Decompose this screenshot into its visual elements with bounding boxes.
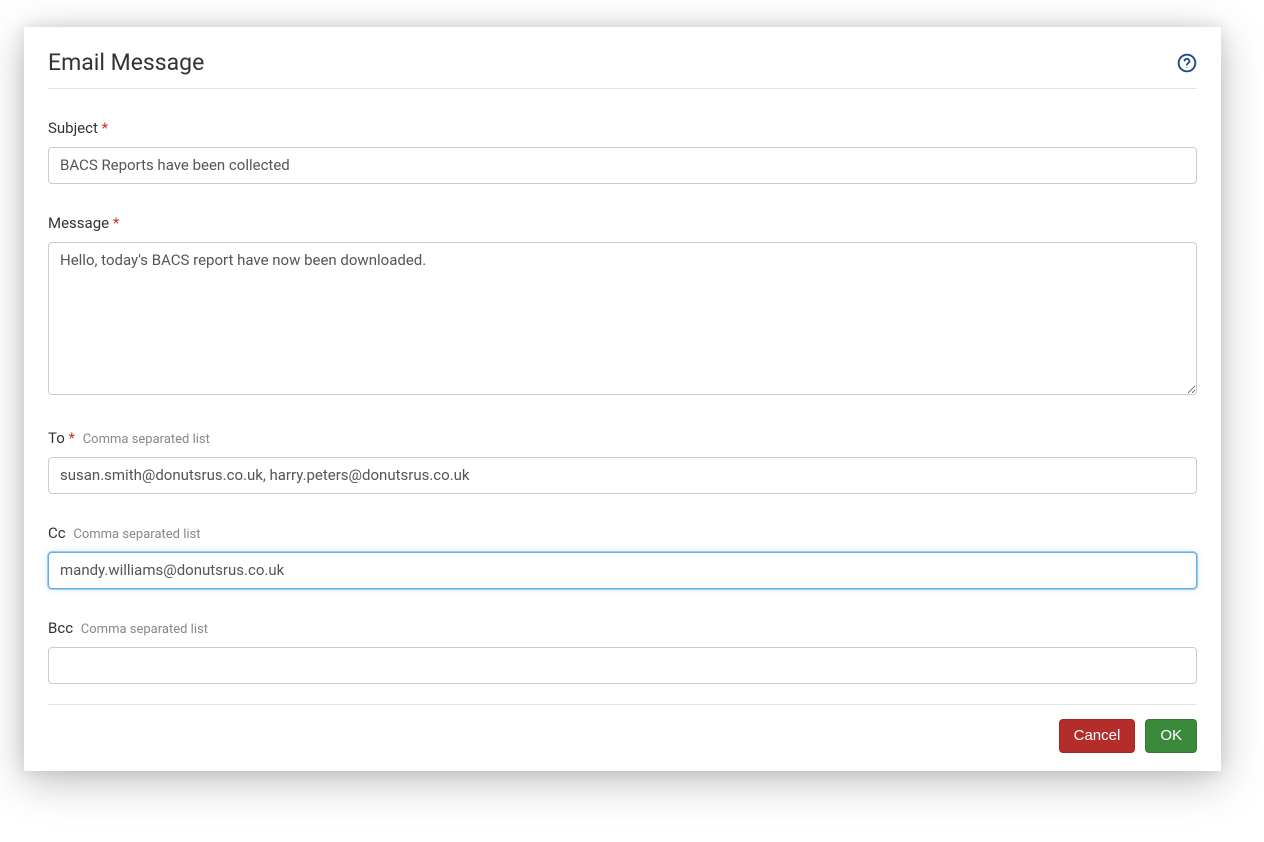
cc-hint: Comma separated list	[73, 527, 200, 542]
to-hint: Comma separated list	[83, 432, 210, 447]
subject-label-text: Subject	[48, 119, 98, 137]
to-group: To * Comma separated list	[48, 429, 1197, 494]
help-icon[interactable]	[1177, 53, 1197, 73]
cc-label-text: Cc	[48, 524, 66, 542]
subject-group: Subject *	[48, 119, 1197, 184]
message-group: Message *	[48, 214, 1197, 399]
to-input[interactable]	[48, 457, 1197, 494]
required-mark: *	[102, 119, 108, 137]
dialog-footer: Cancel OK	[48, 704, 1197, 753]
message-label-text: Message	[48, 214, 109, 232]
dialog-title: Email Message	[48, 49, 204, 76]
ok-button[interactable]: OK	[1145, 719, 1197, 753]
cc-label: Cc Comma separated list	[48, 524, 1197, 542]
email-message-dialog: Email Message Subject * Message * To * C…	[24, 27, 1221, 771]
message-label: Message *	[48, 214, 1197, 232]
dialog-header: Email Message	[48, 49, 1197, 89]
required-mark: *	[113, 214, 119, 232]
bcc-hint: Comma separated list	[81, 622, 208, 637]
bcc-label-text: Bcc	[48, 619, 73, 637]
to-label: To * Comma separated list	[48, 429, 1197, 447]
subject-input[interactable]	[48, 147, 1197, 184]
to-label-text: To	[48, 429, 65, 447]
required-mark: *	[69, 429, 75, 447]
message-textarea[interactable]	[48, 242, 1197, 395]
bcc-input[interactable]	[48, 647, 1197, 684]
cc-input[interactable]	[48, 552, 1197, 589]
bcc-group: Bcc Comma separated list	[48, 619, 1197, 684]
subject-label: Subject *	[48, 119, 1197, 137]
cancel-button[interactable]: Cancel	[1059, 719, 1136, 753]
cc-group: Cc Comma separated list	[48, 524, 1197, 589]
bcc-label: Bcc Comma separated list	[48, 619, 1197, 637]
